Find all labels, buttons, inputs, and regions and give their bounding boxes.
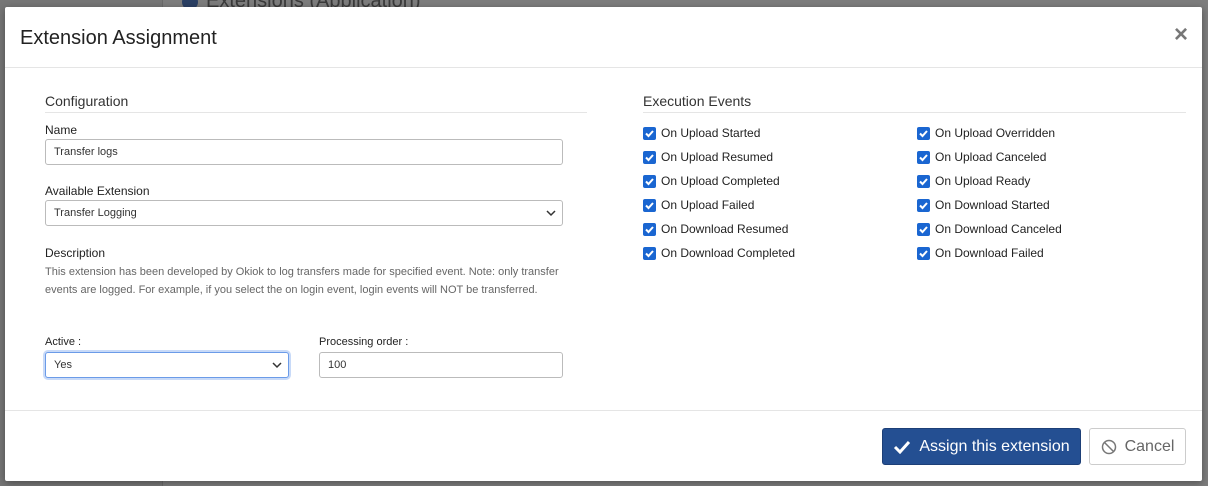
- cancel-label: Cancel: [1124, 437, 1175, 455]
- event-label: On Download Canceled: [935, 222, 1062, 236]
- processing-order-label: Processing order :: [319, 336, 409, 348]
- event-checkbox[interactable]: On Upload Failed: [643, 197, 754, 213]
- available-extension-select[interactable]: Transfer Logging: [45, 200, 563, 226]
- assign-extension-label: Assign this extension: [919, 437, 1070, 455]
- chevron-down-icon: [546, 210, 556, 217]
- configuration-title: Configuration: [45, 93, 129, 109]
- checkbox-checked-icon[interactable]: [917, 198, 930, 212]
- active-select[interactable]: Yes: [45, 352, 289, 378]
- event-label: On Upload Completed: [661, 174, 780, 188]
- event-label: On Upload Failed: [661, 198, 755, 212]
- event-label: On Upload Canceled: [935, 150, 1047, 164]
- checkbox-checked-icon[interactable]: [917, 222, 930, 236]
- event-checkbox[interactable]: On Upload Overridden: [917, 125, 1055, 141]
- chevron-down-icon: [272, 362, 282, 369]
- active-label: Active :: [45, 336, 82, 348]
- checkbox-checked-icon[interactable]: [917, 126, 930, 140]
- event-checkbox[interactable]: On Download Resumed: [643, 221, 788, 237]
- description-label: Description: [45, 246, 106, 260]
- event-checkbox[interactable]: On Download Started: [917, 197, 1050, 213]
- dialog-header: Extension Assignment ×: [5, 7, 1202, 68]
- event-label: On Download Started: [935, 198, 1050, 212]
- event-checkbox[interactable]: On Upload Ready: [917, 173, 1030, 189]
- checkbox-checked-icon[interactable]: [643, 222, 656, 236]
- execution-events-divider: [643, 112, 1186, 113]
- configuration-divider: [45, 112, 587, 113]
- checkbox-checked-icon[interactable]: [917, 174, 930, 188]
- checkbox-checked-icon[interactable]: [917, 246, 930, 260]
- name-input[interactable]: [45, 139, 563, 165]
- ban-icon: [1101, 439, 1116, 454]
- checkbox-checked-icon[interactable]: [643, 126, 656, 140]
- name-label: Name: [45, 123, 78, 137]
- event-label: On Download Failed: [935, 246, 1044, 260]
- event-checkbox[interactable]: On Upload Resumed: [643, 149, 773, 165]
- dialog-footer: Assign this extension Cancel: [5, 410, 1202, 481]
- available-extension-label: Available Extension: [45, 184, 150, 198]
- available-extension-value: Transfer Logging: [54, 207, 137, 219]
- close-icon[interactable]: ×: [1174, 23, 1188, 47]
- event-label: On Download Resumed: [661, 222, 789, 236]
- event-label: On Upload Resumed: [661, 150, 774, 164]
- event-checkbox[interactable]: On Upload Canceled: [917, 149, 1046, 165]
- description-text: This extension has been developed by Oki…: [45, 266, 559, 296]
- dialog-title: Extension Assignment: [20, 27, 217, 49]
- event-checkbox[interactable]: On Upload Completed: [643, 173, 780, 189]
- checkbox-checked-icon[interactable]: [643, 150, 656, 164]
- event-checkbox[interactable]: On Download Canceled: [917, 221, 1062, 237]
- checkbox-checked-icon[interactable]: [917, 150, 930, 164]
- event-checkbox[interactable]: On Upload Started: [643, 125, 760, 141]
- checkbox-checked-icon[interactable]: [643, 246, 656, 260]
- checkmark-icon: [894, 440, 911, 454]
- execution-events-title: Execution Events: [643, 93, 752, 109]
- event-checkbox[interactable]: On Download Failed: [917, 245, 1044, 261]
- checkbox-checked-icon[interactable]: [643, 174, 656, 188]
- event-label: On Upload Overridden: [935, 126, 1056, 140]
- checkbox-checked-icon[interactable]: [643, 198, 656, 212]
- processing-order-input[interactable]: [319, 352, 563, 378]
- active-value: Yes: [54, 359, 72, 371]
- event-label: On Upload Ready: [935, 174, 1031, 188]
- cancel-button[interactable]: Cancel: [1089, 428, 1186, 465]
- event-checkbox[interactable]: On Download Completed: [643, 245, 795, 261]
- event-label: On Download Completed: [661, 246, 796, 260]
- assign-extension-button[interactable]: Assign this extension: [882, 428, 1081, 465]
- event-label: On Upload Started: [661, 126, 761, 140]
- extension-assignment-dialog: Extension Assignment × Configuration Nam…: [5, 7, 1202, 481]
